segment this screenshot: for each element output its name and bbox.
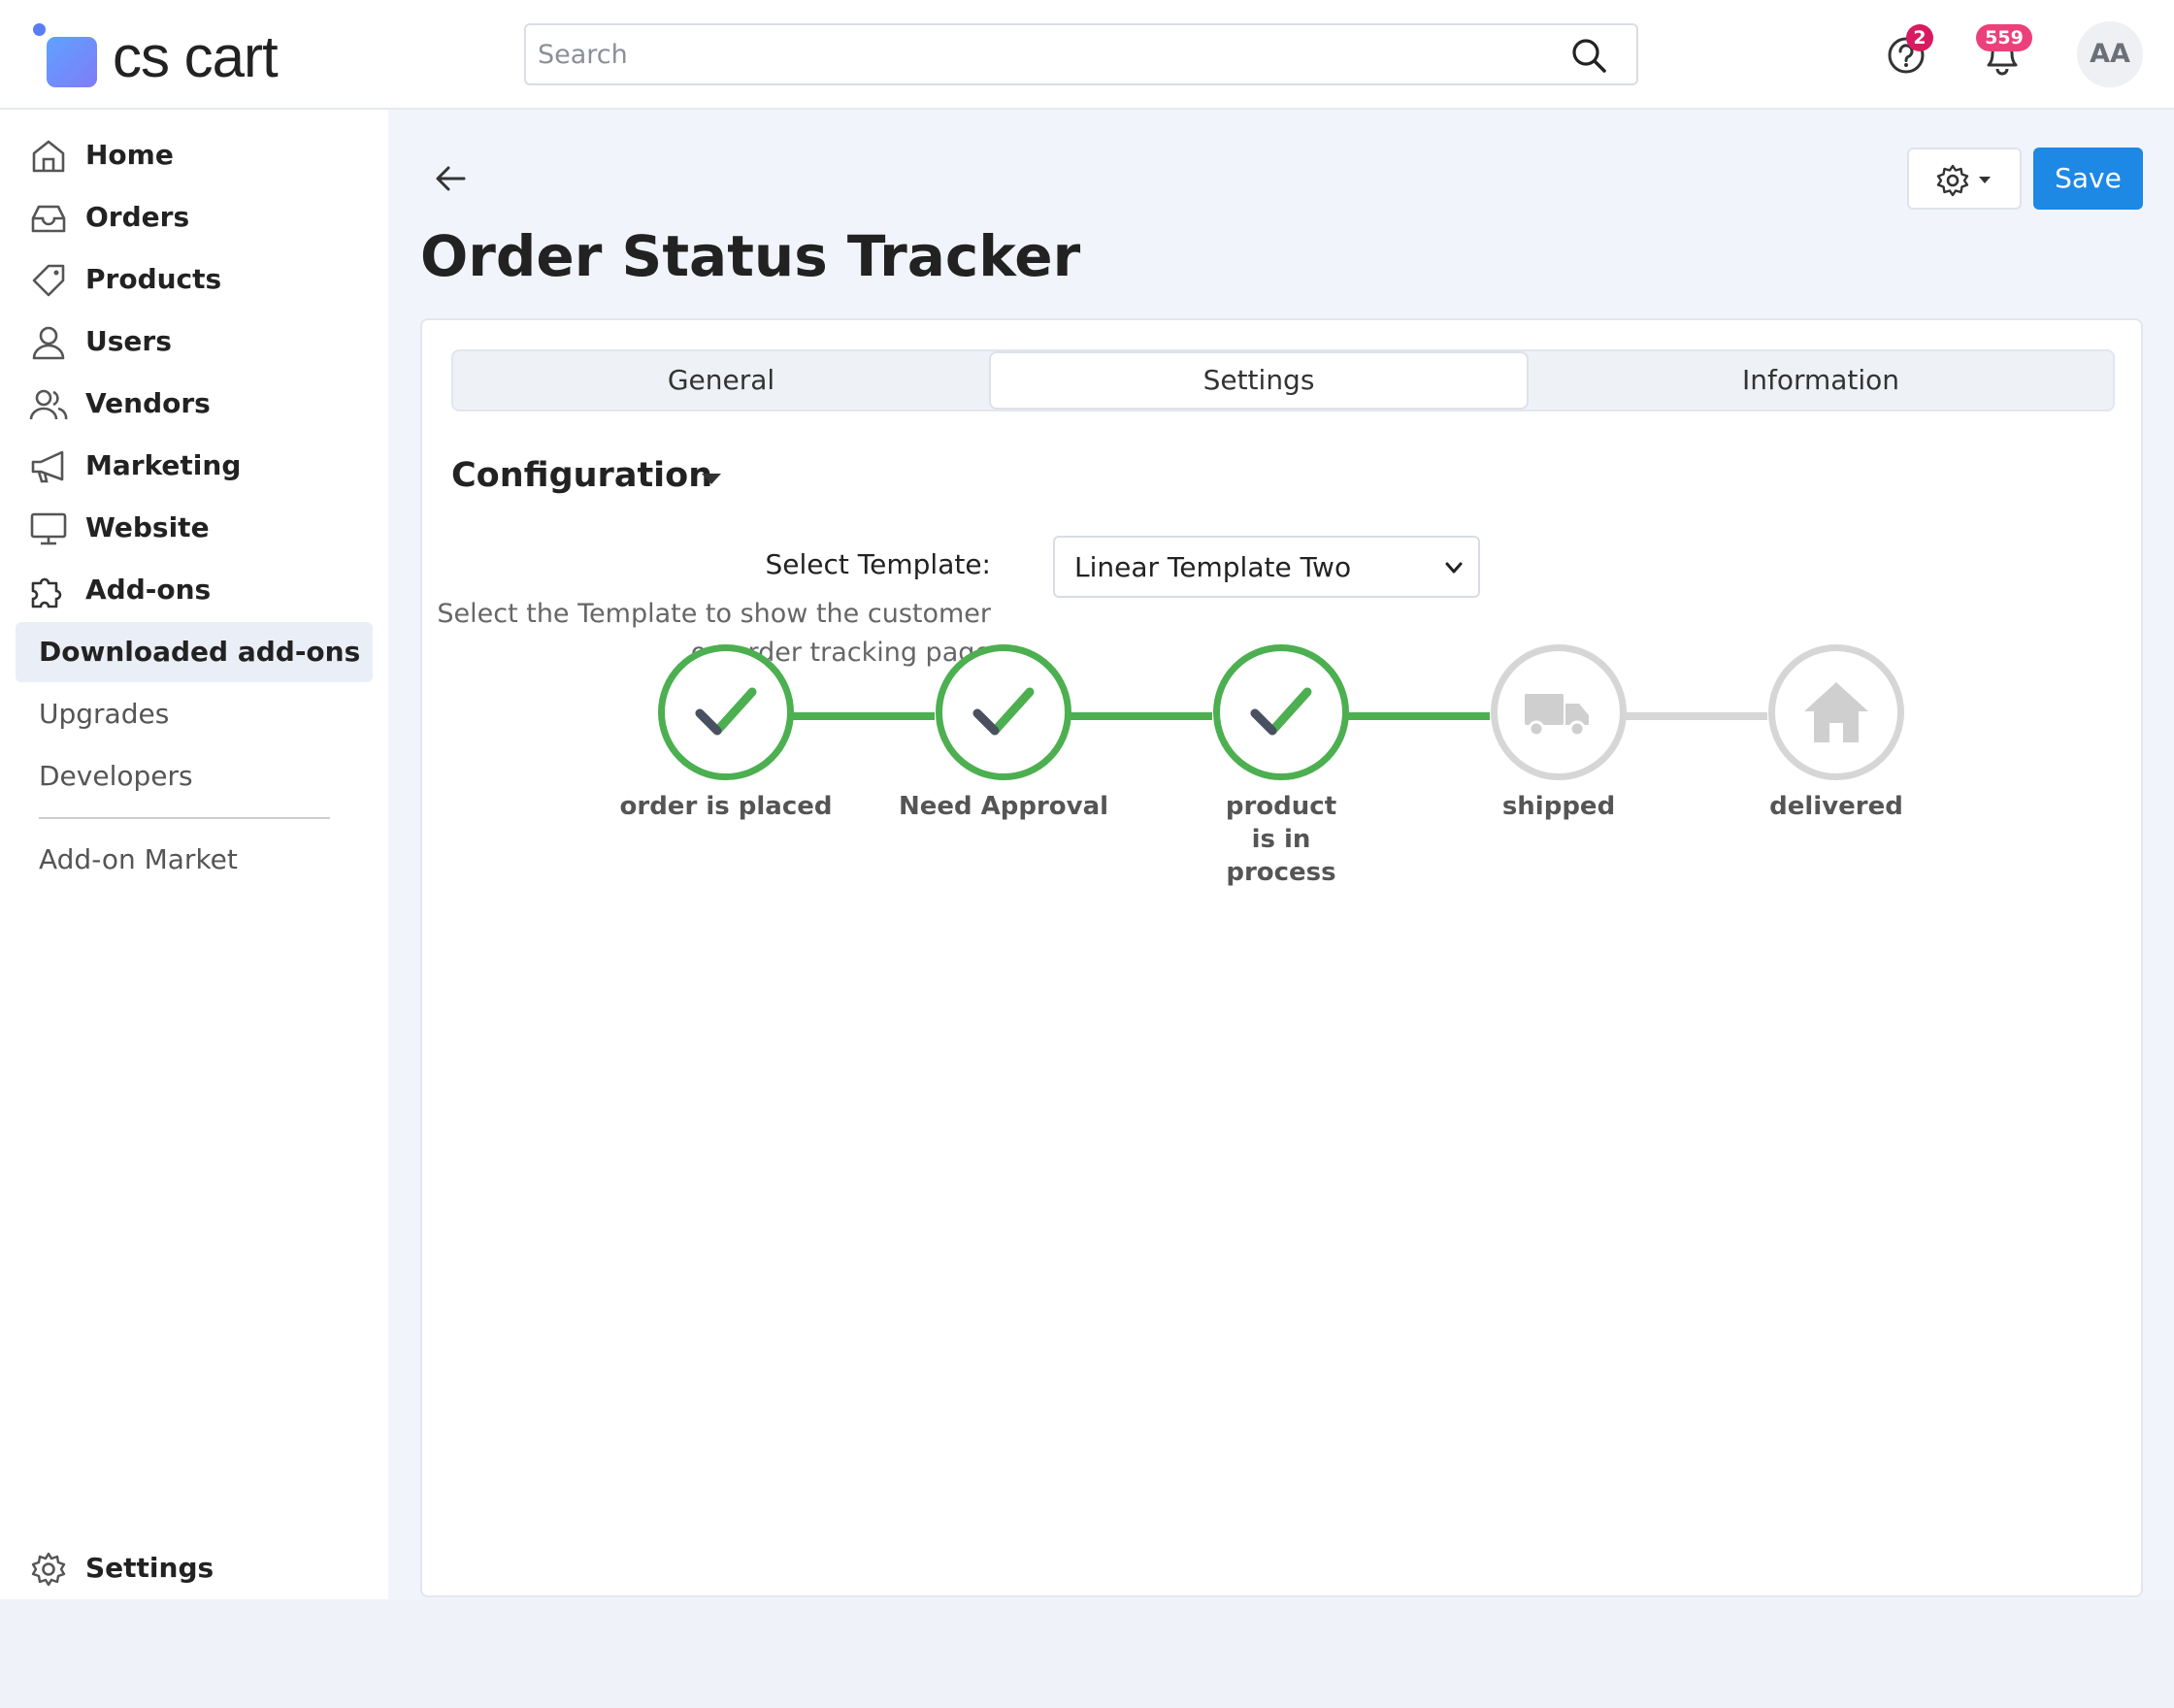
tracker-connector [1612,712,1767,720]
sidebar-item-vendors[interactable]: Vendors [29,379,379,428]
sidebar-item-label: Orders [85,201,190,233]
settings-dropdown-button[interactable] [1907,148,2022,210]
tab-information[interactable]: Information [1529,351,2113,410]
monitor-icon [30,512,67,545]
sidebar-item-label: Marketing [85,449,242,481]
notifications-badge: 559 [1976,24,2032,51]
house-icon [1804,682,1868,742]
chevron-down-icon [1445,562,1463,574]
template-select[interactable]: Linear Template Two [1053,536,1480,598]
sidebar-subitem-label: Add-on Market [39,843,238,875]
tab-general[interactable]: General [453,351,989,410]
megaphone-icon [31,450,64,483]
sidebar-subitem-label: Downloaded add-ons [39,636,361,668]
step-circle [1213,644,1349,780]
step-circle [1491,644,1627,780]
user-icon [32,326,65,360]
page-title: Order Status Tracker [420,223,1081,289]
sidebar-item-home[interactable]: Home [29,131,379,180]
step-label: product is in process [1225,792,1337,887]
cs-cart-logo[interactable]: cs cart [33,23,305,91]
sidebar-item-label: Products [85,263,222,295]
sidebar-item-label: Home [85,139,174,171]
sidebar-item-website[interactable]: Website [29,504,379,552]
tab-bar: General Settings Information [451,349,2115,411]
sidebar-item-label: Users [85,325,172,357]
tracker-connector [779,712,935,720]
back-arrow-icon[interactable] [431,159,470,198]
tracker-connector [1057,712,1212,720]
sidebar-subitem-label: Developers [39,760,193,792]
sidebar-item-marketing[interactable]: Marketing [29,442,379,490]
sidebar-subitem-developers[interactable]: Developers [16,746,373,806]
caret-down-icon[interactable] [702,474,721,484]
step-label: Need Approval [898,792,1109,821]
truck-icon [1525,694,1589,738]
check-icon [972,687,1035,736]
logo-text: cs cart [113,24,279,89]
step-circle [1768,644,1904,780]
sidebar-item-orders[interactable]: Orders [29,193,379,242]
content-card: General Settings Information Configurati… [420,318,2143,1597]
sidebar-item-label: Vendors [85,387,211,419]
sidebar-item-addons[interactable]: Add-ons [29,566,379,614]
sidebar-subitem-upgrades[interactable]: Upgrades [16,684,373,744]
select-template-label: Select Template: [765,548,991,580]
step-label: shipped [1501,792,1616,821]
sidebar-subitem-label: Upgrades [39,698,170,730]
puzzle-icon [31,577,62,608]
top-header: cs cart 2 559 AA [0,0,2174,110]
search-icon[interactable] [1570,37,1607,74]
avatar[interactable]: AA [2077,21,2143,87]
gear-icon [31,1552,66,1587]
sidebar-subitem-downloaded-addons[interactable]: Downloaded add-ons [16,622,373,682]
search-box [524,23,1638,85]
check-icon [695,687,757,736]
gear-icon [1936,164,1991,197]
section-title-configuration[interactable]: Configuration [451,456,712,495]
inbox-icon [31,205,66,233]
footer-band [0,1599,2174,1708]
sidebar-item-products[interactable]: Products [29,255,379,304]
users-icon [29,389,68,420]
help-badge: 2 [1906,24,1933,51]
logo-square [47,37,97,87]
step-circle [936,644,1071,780]
step-label: delivered [1769,792,1903,821]
sidebar-item-label: Add-ons [85,574,212,606]
sidebar-item-users[interactable]: Users [29,317,379,366]
step-label: order is placed [619,792,833,821]
sidebar-item-label: Settings [85,1552,214,1584]
home-icon [32,140,65,173]
template-select-value: Linear Template Two [1074,551,1352,583]
tag-icon [32,264,65,297]
sidebar: Home Orders Products Users Vendors Marke… [0,110,388,1599]
search-input[interactable] [526,25,1555,83]
tab-settings[interactable]: Settings [989,351,1529,410]
check-icon [1250,687,1312,736]
sidebar-divider [39,817,330,819]
sidebar-item-label: Website [85,511,210,543]
sidebar-addon-market[interactable]: Add-on Market [16,830,373,890]
sidebar-item-settings[interactable]: Settings [29,1544,379,1593]
step-circle [658,644,794,780]
save-button[interactable]: Save [2033,148,2143,210]
tracker-connector [1334,712,1490,720]
logo-dot [33,23,46,36]
